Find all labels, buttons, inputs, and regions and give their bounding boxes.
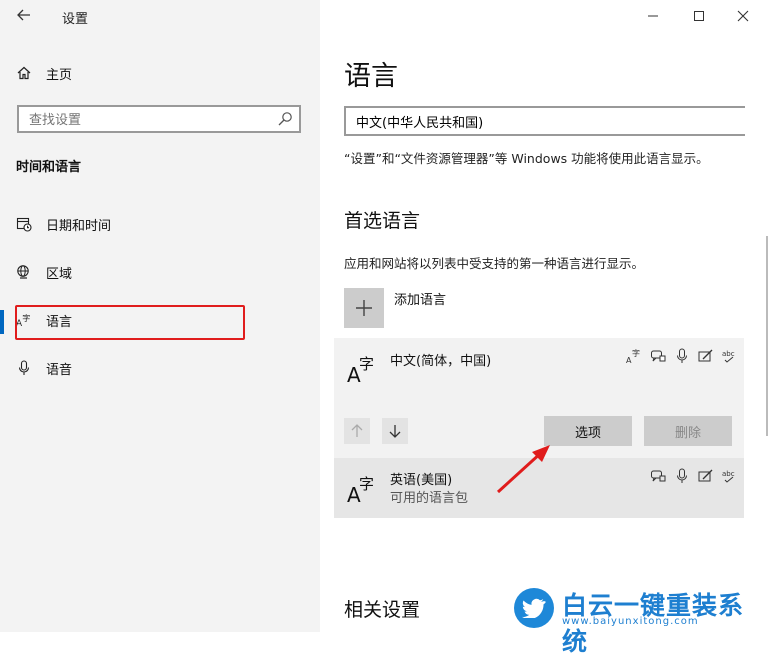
sidebar-item-home[interactable]: 主页 bbox=[0, 53, 320, 93]
handwriting-icon bbox=[698, 348, 714, 364]
move-up-button[interactable] bbox=[344, 418, 370, 444]
highlight-box bbox=[15, 305, 245, 340]
sidebar-item-label: 语音 bbox=[46, 362, 73, 378]
preferred-languages-title: 首选语言 bbox=[344, 210, 421, 232]
spellcheck-icon: abc bbox=[722, 348, 738, 364]
sidebar-item-label: 主页 bbox=[46, 67, 73, 83]
microphone-icon bbox=[674, 468, 690, 484]
sidebar: 设置 主页 时间和语言 日期和时间 区域 A字 语言 bbox=[0, 0, 320, 632]
arrow-down-icon bbox=[389, 425, 401, 438]
svg-text:字: 字 bbox=[359, 355, 374, 373]
add-language-label[interactable]: 添加语言 bbox=[394, 289, 446, 308]
section-title: 时间和语言 bbox=[16, 160, 82, 175]
window-title: 设置 bbox=[62, 12, 89, 27]
back-button[interactable] bbox=[10, 6, 38, 28]
calendar-clock-icon bbox=[16, 216, 32, 232]
page-title: 语言 bbox=[344, 61, 398, 92]
svg-text:字: 字 bbox=[359, 475, 374, 493]
remove-button[interactable]: 删除 bbox=[644, 416, 732, 446]
close-button[interactable] bbox=[720, 4, 766, 28]
sidebar-item-region[interactable]: 区域 bbox=[0, 252, 320, 292]
close-icon bbox=[737, 10, 749, 22]
sidebar-item-label: 日期和时间 bbox=[46, 218, 112, 234]
sidebar-item-date-time[interactable]: 日期和时间 bbox=[0, 204, 320, 244]
sidebar-item-label: 区域 bbox=[46, 266, 73, 282]
home-icon bbox=[16, 65, 32, 81]
display-language-value: 中文(中华人民共和国) bbox=[356, 115, 484, 131]
related-settings-title: 相关设置 bbox=[344, 599, 421, 621]
arrow-up-icon bbox=[351, 424, 363, 437]
main-content: 语言 中文(中华人民共和国) “设置”和“文件资源管理器”等 Windows 功… bbox=[320, 0, 768, 632]
language-icon: A 字 bbox=[347, 475, 374, 504]
svg-text:字: 字 bbox=[632, 348, 640, 358]
search-box[interactable] bbox=[17, 105, 301, 133]
move-down-button[interactable] bbox=[382, 418, 408, 444]
speech-bubble-icon bbox=[650, 468, 666, 484]
microphone-icon bbox=[674, 348, 690, 364]
back-arrow-icon bbox=[17, 9, 30, 21]
search-icon[interactable] bbox=[277, 111, 293, 127]
spellcheck-icon: abc bbox=[722, 468, 738, 484]
minimize-icon bbox=[648, 15, 658, 17]
display-language-icon: A字 bbox=[626, 348, 642, 364]
sidebar-item-speech[interactable]: 语音 bbox=[0, 348, 320, 388]
microphone-icon bbox=[16, 360, 32, 376]
watermark-url: www.baiyunxitong.com bbox=[562, 616, 699, 627]
preferred-languages-description: 应用和网站将以列表中受支持的第一种语言进行显示。 bbox=[344, 256, 645, 271]
maximize-icon bbox=[694, 11, 704, 21]
search-input[interactable] bbox=[27, 107, 271, 133]
plus-icon bbox=[356, 300, 372, 316]
speech-bubble-icon bbox=[650, 348, 666, 364]
annotation-arrow bbox=[496, 445, 550, 494]
language-name: 英语(美国) bbox=[390, 473, 453, 488]
handwriting-icon bbox=[698, 468, 714, 484]
language-name: 中文(简体，中国) bbox=[390, 354, 492, 369]
add-language-button[interactable] bbox=[344, 288, 384, 328]
display-language-select[interactable]: 中文(中华人民共和国) bbox=[344, 106, 745, 136]
display-language-note: “设置”和“文件资源管理器”等 Windows 功能将使用此语言显示。 bbox=[344, 151, 709, 166]
maximize-button[interactable] bbox=[676, 4, 722, 28]
bird-icon bbox=[522, 598, 546, 618]
language-subtitle: 可用的语言包 bbox=[390, 491, 469, 506]
globe-icon bbox=[16, 264, 32, 280]
language-features: abc bbox=[650, 468, 738, 484]
language-icon: A 字 bbox=[347, 355, 374, 384]
language-features: A字 abc bbox=[626, 348, 738, 364]
watermark-logo bbox=[514, 588, 554, 628]
minimize-button[interactable] bbox=[630, 4, 676, 28]
